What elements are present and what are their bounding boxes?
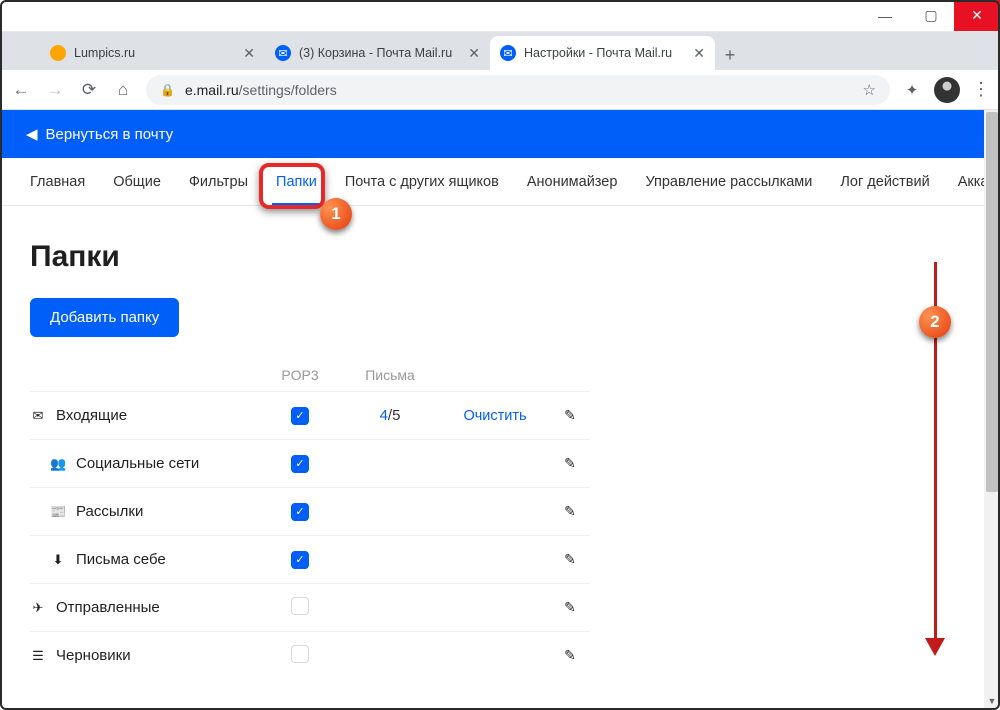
sent-icon: ✈: [30, 600, 46, 616]
folder-name: Рассылки: [76, 503, 143, 520]
to-myself-icon: ⬇: [50, 552, 66, 568]
tab-title: (3) Корзина - Почта Mail.ru: [299, 46, 452, 60]
pop3-checkbox[interactable]: ✓: [291, 503, 309, 521]
folder-name: Письма себе: [76, 551, 166, 568]
window-close-button[interactable]: ✕: [954, 0, 1000, 31]
folder-row-social: 👥 Социальные сети ✓ ✎: [30, 439, 590, 487]
pop3-checkbox[interactable]: ✓: [291, 407, 309, 425]
folder-name: Черновики: [56, 647, 131, 664]
scroll-down-arrow[interactable]: ▼: [984, 696, 1000, 706]
nav-anonymizer[interactable]: Анонимайзер: [513, 158, 632, 206]
page-content: ◀ Вернуться в почту Главная Общие Фильтр…: [0, 110, 984, 708]
edit-icon[interactable]: ✎: [564, 647, 576, 663]
back-to-mail-bar[interactable]: ◀ Вернуться в почту: [0, 110, 984, 158]
new-tab-button[interactable]: +: [715, 40, 745, 70]
nav-filters[interactable]: Фильтры: [175, 158, 262, 206]
clear-link[interactable]: Очистить: [463, 408, 526, 424]
url-path: /settings/folders: [239, 82, 337, 98]
edit-icon[interactable]: ✎: [564, 407, 576, 423]
social-icon: 👥: [50, 456, 66, 472]
favicon-lumpics: [50, 45, 66, 61]
add-folder-button[interactable]: Добавить папку: [30, 298, 179, 337]
page-title: Папки: [30, 240, 954, 274]
folder-row-to-myself: ⬇ Письма себе ✓ ✎: [30, 535, 590, 583]
newsletter-icon: 📰: [50, 504, 66, 520]
folder-name: Входящие: [56, 407, 127, 424]
window-titlebar: — ▢ ✕: [0, 0, 1000, 32]
nav-folders[interactable]: Папки: [262, 158, 331, 206]
settings-nav: Главная Общие Фильтры Папки Почта с друг…: [0, 158, 984, 206]
scrollbar-thumb[interactable]: [986, 112, 998, 492]
close-icon[interactable]: ✕: [693, 45, 705, 62]
nav-subscriptions[interactable]: Управление рассылками: [631, 158, 826, 206]
reload-button[interactable]: ⟳: [78, 80, 100, 100]
folder-row-inbox: ✉Входящие ✓ 4/5 Очистить ✎: [30, 391, 590, 439]
window-minimize-button[interactable]: —: [862, 0, 908, 31]
kebab-menu-icon[interactable]: ⋮: [972, 79, 990, 100]
nav-general[interactable]: Общие: [99, 158, 175, 206]
back-button[interactable]: ←: [10, 80, 32, 100]
column-pop3: POP3: [260, 367, 340, 383]
extensions-icon[interactable]: ✦: [902, 81, 922, 99]
folder-row-newsletters: 📰 Рассылки ✓ ✎: [30, 487, 590, 535]
profile-avatar[interactable]: [934, 77, 960, 103]
pop3-checkbox[interactable]: [291, 645, 309, 663]
forward-button[interactable]: →: [44, 80, 66, 100]
browser-tab[interactable]: Lumpics.ru ✕: [40, 36, 265, 70]
browser-toolbar: ← → ⟳ ⌂ 🔒 e.mail.ru/settings/folders ☆ ✦…: [0, 70, 1000, 110]
favicon-mailru: ✉: [500, 45, 516, 61]
favicon-mailru: ✉: [275, 45, 291, 61]
browser-tabstrip: Lumpics.ru ✕ ✉ (3) Корзина - Почта Mail.…: [0, 32, 1000, 70]
folder-row-drafts: ☰ Черновики ✎: [30, 631, 590, 679]
tab-title: Настройки - Почта Mail.ru: [524, 46, 672, 60]
close-icon[interactable]: ✕: [468, 45, 480, 62]
pop3-checkbox[interactable]: ✓: [291, 551, 309, 569]
folder-name: Социальные сети: [76, 455, 199, 472]
bookmark-star-icon[interactable]: ☆: [863, 81, 876, 99]
browser-tab-active[interactable]: ✉ Настройки - Почта Mail.ru ✕: [490, 36, 715, 70]
inbox-icon: ✉: [30, 408, 46, 424]
tab-title: Lumpics.ru: [74, 46, 135, 60]
pop3-checkbox[interactable]: ✓: [291, 455, 309, 473]
nav-account[interactable]: Аккаунт: [944, 158, 984, 206]
lock-icon: 🔒: [160, 83, 175, 97]
column-letters: Письма: [340, 367, 440, 383]
folder-name: Отправленные: [56, 599, 160, 616]
edit-icon[interactable]: ✎: [564, 599, 576, 615]
close-icon[interactable]: ✕: [243, 45, 255, 62]
folder-row-sent: ✈ Отправленные ✎: [30, 583, 590, 631]
address-bar[interactable]: 🔒 e.mail.ru/settings/folders ☆: [146, 75, 890, 105]
window-maximize-button[interactable]: ▢: [908, 0, 954, 31]
nav-main[interactable]: Главная: [16, 158, 99, 206]
nav-activity-log[interactable]: Лог действий: [826, 158, 943, 206]
scrollbar[interactable]: ▼: [984, 110, 1000, 708]
browser-tab[interactable]: ✉ (3) Корзина - Почта Mail.ru ✕: [265, 36, 490, 70]
edit-icon[interactable]: ✎: [564, 503, 576, 519]
pop3-checkbox[interactable]: [291, 597, 309, 615]
edit-icon[interactable]: ✎: [564, 455, 576, 471]
folders-table: POP3 Письма ✉Входящие ✓ 4/5 Очистить ✎ 👥…: [30, 359, 590, 679]
url-host: e.mail.ru: [185, 82, 239, 98]
home-button[interactable]: ⌂: [112, 80, 134, 100]
back-to-mail-label: Вернуться в почту: [46, 126, 174, 143]
drafts-icon: ☰: [30, 648, 46, 664]
back-arrow-icon: ◀: [26, 125, 38, 143]
nav-other-mailboxes[interactable]: Почта с других ящиков: [331, 158, 513, 206]
edit-icon[interactable]: ✎: [564, 551, 576, 567]
